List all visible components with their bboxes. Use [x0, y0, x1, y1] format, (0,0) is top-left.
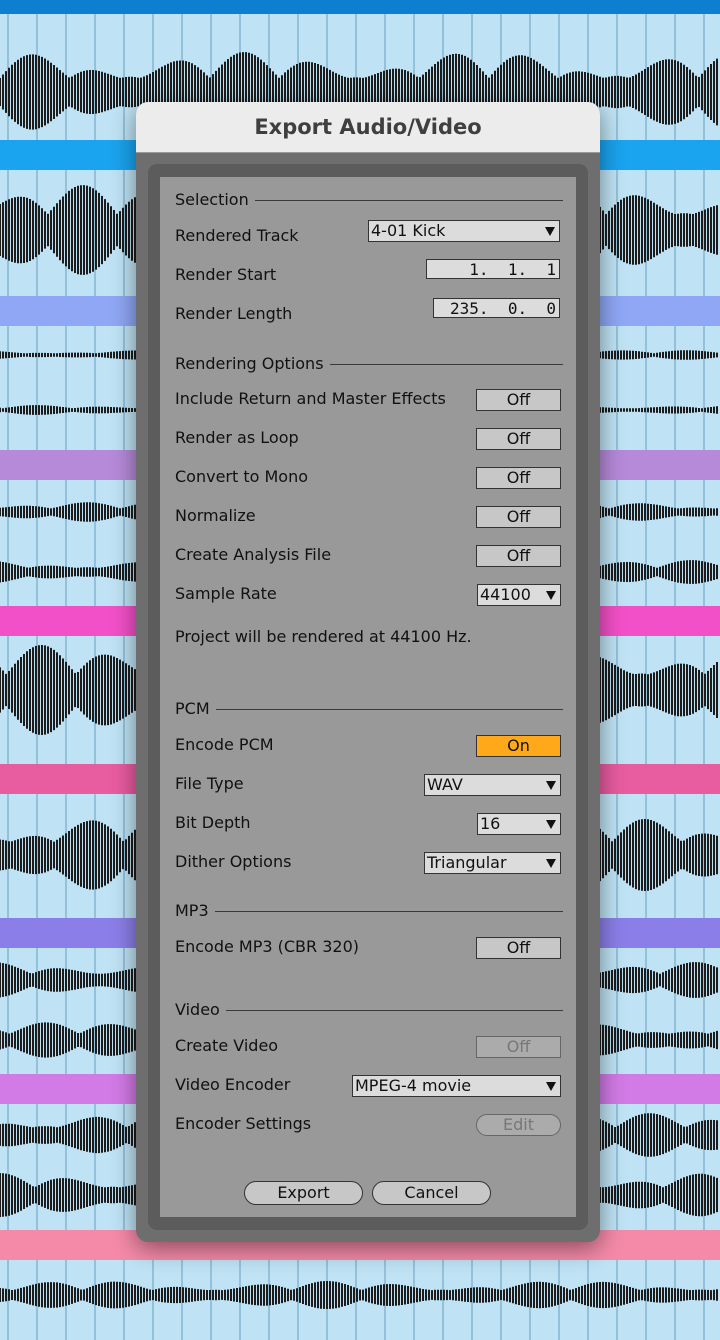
sample-rate-select[interactable]: 44100 [477, 584, 561, 606]
select-value: MPEG-4 movie [355, 1076, 472, 1095]
include-return-label: Include Return and Master Effects [175, 389, 446, 408]
section-mp3: MP3 [175, 899, 563, 923]
section-divider [175, 1010, 563, 1011]
export-settings-panel: Selection Rendered Track 4-01 Kick Rende… [160, 177, 576, 1217]
row-render-note: Project will be rendered at 44100 Hz. [160, 621, 550, 653]
row-render-length: Render Length 235. 0. 0 [160, 298, 560, 330]
row-create-video: Create Video Off [160, 1030, 561, 1062]
render-length-label: Render Length [175, 304, 293, 323]
row-encode-mp3: Encode MP3 (CBR 320) Off [160, 931, 561, 963]
row-render-loop: Render as Loop Off [160, 422, 561, 454]
section-rendering-options: Rendering Options [175, 352, 563, 376]
section-pcm: PCM [175, 697, 563, 721]
section-divider [175, 911, 563, 912]
bit-depth-select[interactable]: 16 [477, 813, 561, 835]
row-rendered-track: Rendered Track 4-01 Kick [160, 220, 560, 252]
dither-label: Dither Options [175, 852, 292, 871]
normalize-label: Normalize [175, 506, 256, 525]
sample-rate-label: Sample Rate [175, 584, 277, 603]
section-title: Selection [175, 188, 255, 212]
section-divider [175, 709, 563, 710]
row-video-encoder: Video Encoder MPEG-4 movie [160, 1069, 561, 1101]
file-type-label: File Type [175, 774, 244, 793]
select-value: Triangular [427, 853, 507, 872]
render-loop-label: Render as Loop [175, 428, 299, 447]
row-convert-mono: Convert to Mono Off [160, 461, 561, 493]
select-value: 4-01 Kick [371, 221, 446, 240]
waveform [0, 1281, 718, 1309]
render-length-field[interactable]: 235. 0. 0 [433, 298, 560, 318]
section-selection: Selection [175, 188, 563, 212]
row-normalize: Normalize Off [160, 500, 561, 532]
row-dither: Dither Options Triangular [160, 846, 561, 878]
chevron-down-icon [545, 227, 555, 236]
cancel-button[interactable]: Cancel [372, 1181, 491, 1205]
section-title: PCM [175, 697, 216, 721]
render-loop-toggle[interactable]: Off [476, 428, 561, 450]
render-start-field[interactable]: 1. 1. 1 [426, 259, 560, 279]
encode-mp3-label: Encode MP3 (CBR 320) [175, 937, 360, 956]
normalize-toggle[interactable]: Off [476, 506, 561, 528]
file-type-select[interactable]: WAV [424, 774, 561, 796]
dither-select[interactable]: Triangular [424, 852, 561, 874]
analysis-file-toggle[interactable]: Off [476, 545, 561, 567]
analysis-file-label: Create Analysis File [175, 545, 332, 564]
row-file-type: File Type WAV [160, 768, 561, 800]
convert-mono-label: Convert to Mono [175, 467, 309, 486]
section-title: MP3 [175, 899, 215, 923]
render-rate-note: Project will be rendered at 44100 Hz. [175, 627, 472, 646]
dialog-title: Export Audio/Video [254, 115, 482, 139]
select-value: 44100 [480, 585, 531, 604]
select-value: 16 [480, 814, 501, 833]
chevron-down-icon [546, 591, 556, 600]
chevron-down-icon [546, 859, 556, 868]
rendered-track-label: Rendered Track [175, 226, 299, 245]
row-analysis-file: Create Analysis File Off [160, 539, 561, 571]
section-title: Rendering Options [175, 352, 330, 376]
rendered-track-select[interactable]: 4-01 Kick [368, 220, 560, 242]
section-video: Video [175, 998, 563, 1022]
chevron-down-icon [546, 820, 556, 829]
row-bit-depth: Bit Depth 16 [160, 807, 561, 839]
row-include-return: Include Return and Master Effects Off [160, 383, 561, 415]
video-encoder-label: Video Encoder [175, 1075, 291, 1094]
encode-pcm-label: Encode PCM [175, 735, 274, 754]
row-encoder-settings: Encoder Settings Edit [160, 1108, 561, 1140]
encode-pcm-toggle[interactable]: On [476, 735, 561, 757]
track-color-strip [0, 0, 720, 14]
export-dialog: Export Audio/Video Selection Rendered Tr… [136, 102, 600, 1242]
bit-depth-label: Bit Depth [175, 813, 251, 832]
encoder-settings-edit-button[interactable]: Edit [476, 1114, 561, 1136]
create-video-label: Create Video [175, 1036, 279, 1055]
create-video-toggle[interactable]: Off [476, 1036, 561, 1058]
include-return-toggle[interactable]: Off [476, 389, 561, 411]
video-encoder-select[interactable]: MPEG-4 movie [352, 1075, 561, 1097]
encoder-settings-label: Encoder Settings [175, 1114, 312, 1133]
export-button[interactable]: Export [244, 1181, 363, 1205]
row-render-start: Render Start 1. 1. 1 [160, 259, 560, 291]
row-encode-pcm: Encode PCM On [160, 729, 561, 761]
convert-mono-toggle[interactable]: Off [476, 467, 561, 489]
render-start-label: Render Start [175, 265, 277, 284]
chevron-down-icon [546, 781, 556, 790]
section-title: Video [175, 998, 226, 1022]
select-value: WAV [427, 775, 463, 794]
chevron-down-icon [546, 1082, 556, 1091]
encode-mp3-toggle[interactable]: Off [476, 937, 561, 959]
dialog-titlebar[interactable]: Export Audio/Video [136, 102, 600, 153]
row-sample-rate: Sample Rate 44100 [160, 578, 561, 610]
